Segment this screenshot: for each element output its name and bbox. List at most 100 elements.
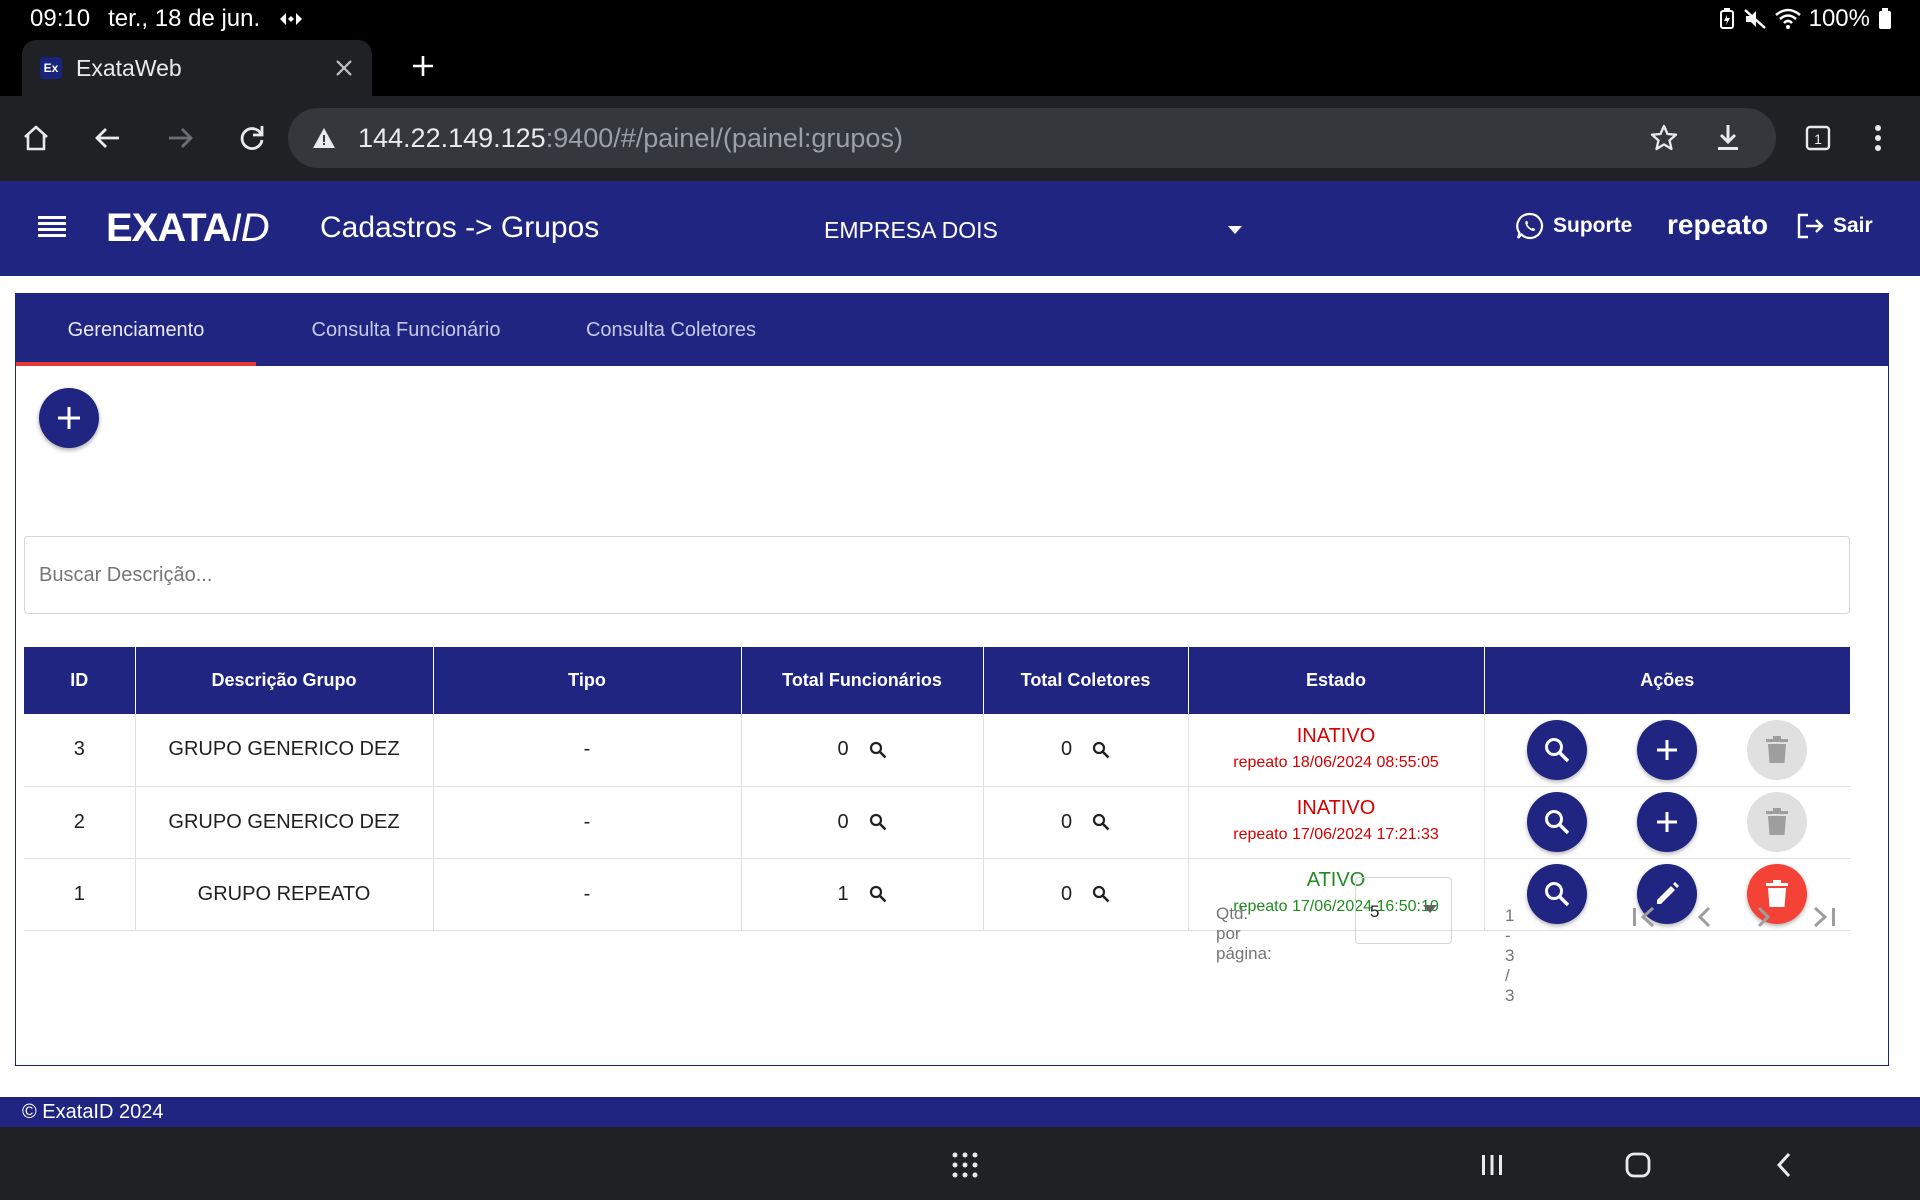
tab-consulta-coletores[interactable]: Consulta Coletores — [551, 294, 791, 366]
tab-gerenciamento[interactable]: Gerenciamento — [16, 294, 256, 366]
app-drawer-icon[interactable] — [945, 1145, 985, 1185]
tab-switcher-icon[interactable]: 1 — [1796, 116, 1840, 160]
total-funcionarios-value: 1 — [837, 882, 849, 905]
last-page-icon[interactable] — [1802, 895, 1846, 939]
previous-page-icon[interactable] — [1682, 895, 1726, 939]
column-header-id[interactable]: ID — [24, 647, 136, 714]
view-group-button[interactable] — [1527, 719, 1588, 780]
company-select-value: EMPRESA DOIS — [824, 216, 998, 243]
svg-text:1: 1 — [1814, 131, 1822, 147]
add-group-button[interactable] — [39, 388, 99, 448]
column-header-total-funcionarios[interactable]: Total Funcionários — [741, 647, 984, 714]
tab-consulta-funcionario[interactable]: Consulta Funcionário — [276, 294, 536, 366]
forward-icon[interactable] — [158, 116, 202, 160]
cell-total-coletores: 0 — [983, 714, 1189, 787]
column-header-estado[interactable]: Estado — [1188, 647, 1485, 714]
status-date: ter., 18 de jun. — [108, 5, 261, 32]
column-header-acoes: Ações — [1484, 647, 1850, 714]
plus-icon — [58, 407, 80, 429]
cell-descricao: GRUPO GENERICO DEZ — [135, 714, 434, 787]
search-icon — [1545, 882, 1570, 907]
cell-tipo: - — [433, 714, 742, 787]
page-footer: © ExataID 2024 — [0, 1097, 1920, 1127]
view-group-button[interactable] — [1527, 864, 1588, 924]
first-page-icon[interactable] — [1622, 895, 1666, 939]
search-description-input[interactable] — [24, 536, 1850, 614]
cast-icon — [278, 9, 304, 29]
browser-tab[interactable]: Ex ExataWeb — [22, 40, 372, 96]
estado-info: repeato 17/06/2024 17:21:33 — [1233, 826, 1439, 843]
view-funcionarios-search-icon[interactable] — [869, 741, 887, 759]
delete-group-button[interactable] — [1747, 792, 1808, 852]
back-icon[interactable] — [86, 116, 130, 160]
download-icon[interactable] — [1706, 116, 1750, 160]
not-secure-warning-icon[interactable] — [312, 127, 336, 149]
exataid-logo: EXATAID — [106, 206, 270, 251]
status-time: 09:10 — [30, 5, 91, 32]
home-icon[interactable] — [14, 116, 58, 160]
cell-descricao: GRUPO GENERICO DEZ — [135, 786, 434, 859]
logout-label: Sair — [1833, 214, 1873, 237]
total-funcionarios-value: 0 — [837, 810, 849, 833]
trash-icon — [1766, 808, 1789, 835]
caret-down-icon — [1423, 905, 1437, 913]
whatsapp-icon — [1515, 211, 1545, 241]
groups-table: ID Descrição Grupo Tipo Total Funcionári… — [24, 647, 1850, 931]
cell-total-funcionarios: 0 — [741, 786, 984, 859]
logout-button[interactable]: Sair — [1795, 211, 1873, 241]
cell-id: 2 — [24, 786, 136, 859]
cell-total-funcionarios: 1 — [741, 858, 984, 931]
view-coletores-search-icon[interactable] — [1092, 741, 1110, 759]
add-to-group-button[interactable] — [1637, 792, 1698, 852]
company-select[interactable]: EMPRESA DOIS — [824, 213, 1242, 247]
table-header-row: ID Descrição Grupo Tipo Total Funcionári… — [24, 647, 1850, 714]
view-coletores-search-icon[interactable] — [1092, 813, 1110, 831]
view-coletores-search-icon[interactable] — [1092, 885, 1110, 903]
column-header-total-coletores[interactable]: Total Coletores — [983, 647, 1189, 714]
bookmark-star-icon[interactable] — [1642, 116, 1686, 160]
reload-icon[interactable] — [230, 116, 274, 160]
logout-icon — [1795, 211, 1825, 241]
trash-icon — [1766, 735, 1789, 763]
page-size-select[interactable]: 5 — [1355, 877, 1452, 944]
search-icon — [1545, 810, 1570, 835]
view-funcionarios-search-icon[interactable] — [869, 885, 887, 903]
recent-apps-icon[interactable] — [1472, 1145, 1512, 1185]
support-label: Suporte — [1553, 214, 1633, 237]
cell-acoes — [1484, 786, 1850, 859]
cell-tipo: - — [433, 786, 742, 859]
column-header-tipo[interactable]: Tipo — [433, 647, 742, 714]
estado-info: repeato 18/06/2024 08:55:05 — [1233, 753, 1439, 771]
system-back-icon[interactable] — [1764, 1145, 1804, 1185]
close-tab-icon[interactable] — [334, 58, 354, 78]
cell-acoes — [1484, 714, 1850, 787]
more-menu-icon[interactable] — [1856, 116, 1900, 160]
tab-title: ExataWeb — [76, 54, 182, 81]
table-row: 2 GRUPO GENERICO DEZ - 0 0 INATIVO repeat… — [24, 786, 1850, 859]
column-header-descricao[interactable]: Descrição Grupo — [135, 647, 434, 714]
view-group-button[interactable] — [1527, 792, 1588, 852]
url-text: 144.22.149.125:9400/#/painel/(painel:gru… — [358, 123, 903, 154]
cell-tipo: - — [433, 858, 742, 931]
plus-icon — [1657, 739, 1678, 760]
cell-id: 1 — [24, 858, 136, 931]
battery-saver-icon — [1719, 8, 1735, 30]
cell-estado: INATIVO repeato 18/06/2024 08:55:05 — [1188, 714, 1485, 787]
delete-group-button[interactable] — [1747, 719, 1808, 780]
support-button[interactable]: Suporte — [1515, 211, 1632, 241]
page-size-label: Qtd. por página: — [1216, 904, 1272, 963]
wifi-icon — [1774, 8, 1801, 30]
next-page-icon[interactable] — [1742, 895, 1786, 939]
address-bar[interactable]: 144.22.149.125:9400/#/painel/(painel:gru… — [288, 108, 1776, 168]
cell-total-funcionarios: 0 — [741, 714, 984, 787]
home-button-icon[interactable] — [1618, 1145, 1658, 1185]
view-funcionarios-search-icon[interactable] — [869, 813, 887, 831]
cell-total-coletores: 0 — [983, 786, 1189, 859]
new-tab-button[interactable] — [405, 48, 441, 84]
caret-down-icon — [1228, 226, 1242, 234]
hamburger-menu-icon[interactable] — [38, 215, 68, 237]
browser-tab-strip: Ex ExataWeb — [0, 36, 1920, 96]
active-tab-indicator — [16, 362, 256, 366]
add-to-group-button[interactable] — [1637, 719, 1698, 780]
cell-total-coletores: 0 — [983, 858, 1189, 931]
